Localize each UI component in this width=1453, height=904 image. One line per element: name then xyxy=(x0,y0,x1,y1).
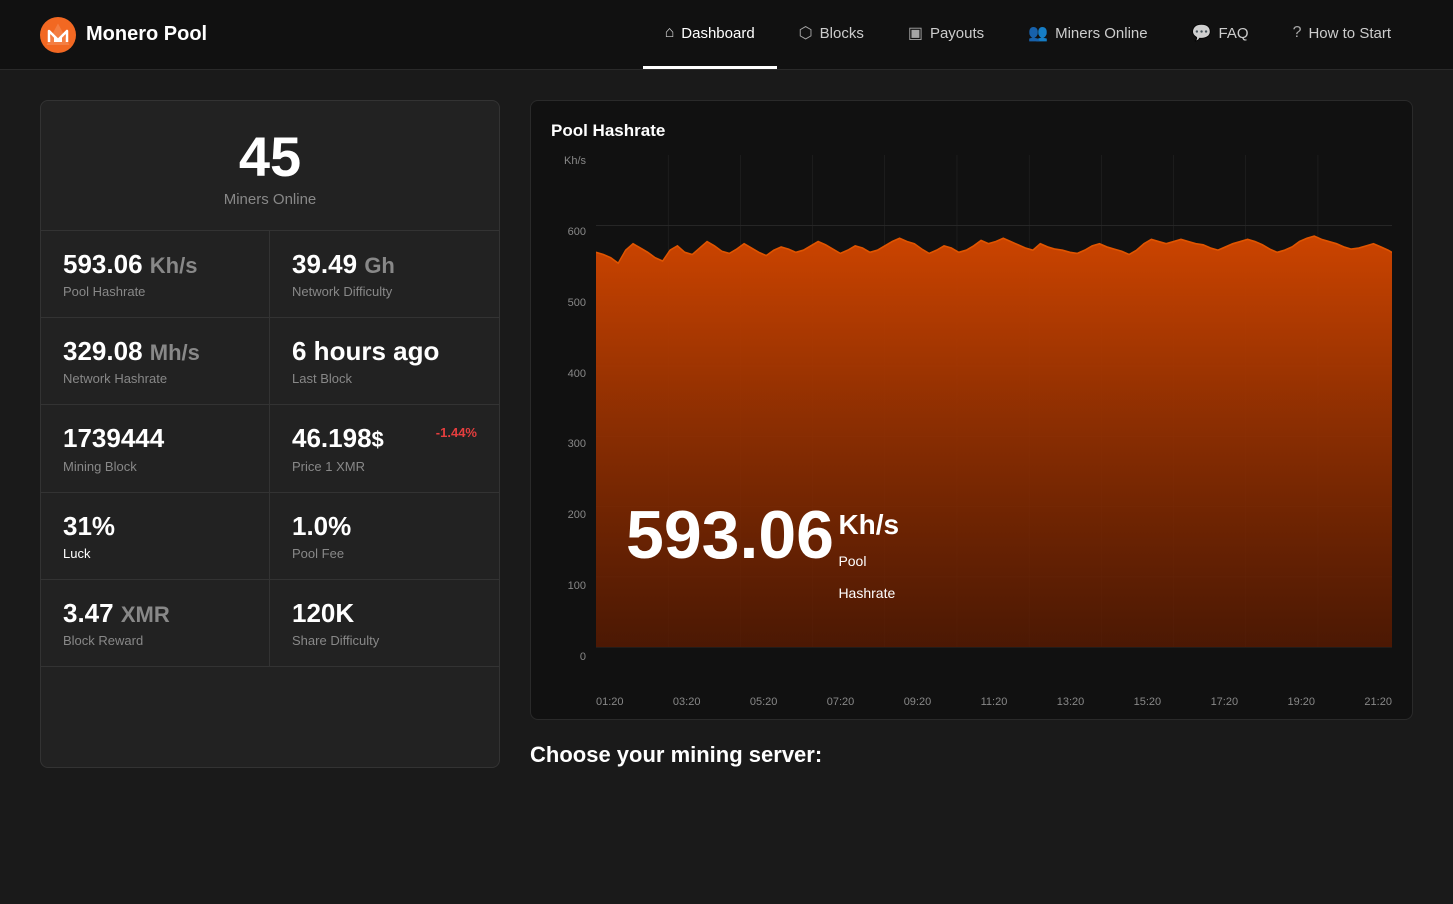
block-reward-value: 3.47 XMR xyxy=(63,598,247,629)
x-axis: 01:20 03:20 05:20 07:20 09:20 11:20 13:2… xyxy=(596,690,1392,708)
monero-logo-icon xyxy=(40,17,76,53)
network-difficulty-label: Network Difficulty xyxy=(292,284,477,299)
nav-item-payouts[interactable]: ▣ Payouts xyxy=(886,0,1006,69)
x-label-7: 15:20 xyxy=(1134,696,1162,708)
x-label-3: 07:20 xyxy=(827,696,855,708)
header: Monero Pool ⌂ Dashboard ⬡ Blocks ▣ Payou… xyxy=(0,0,1453,70)
y-label-300: 300 xyxy=(568,438,586,450)
share-difficulty-cell: 120K Share Difficulty xyxy=(270,580,499,667)
chart-area: Kh/s 600 500 400 300 200 100 0 xyxy=(551,155,1392,685)
nav-item-miners-online[interactable]: 👥 Miners Online xyxy=(1006,0,1169,69)
block-reward-label: Block Reward xyxy=(63,633,247,648)
miners-icon: 👥 xyxy=(1028,23,1048,43)
nav-item-faq[interactable]: 💬 FAQ xyxy=(1170,0,1271,69)
miners-online-block: 45 Miners Online xyxy=(41,101,499,231)
x-label-4: 09:20 xyxy=(904,696,932,708)
miners-online-label: Miners Online xyxy=(61,191,479,208)
miners-online-count: 45 xyxy=(61,129,479,185)
last-block-label: Last Block xyxy=(292,371,477,386)
mining-block-cell: 1739444 Mining Block xyxy=(41,405,270,492)
share-difficulty-label: Share Difficulty xyxy=(292,633,477,648)
nav-item-dashboard[interactable]: ⌂ Dashboard xyxy=(643,0,777,69)
network-difficulty-cell: 39.49 Gh Network Difficulty xyxy=(270,231,499,318)
right-panel: Pool Hashrate Kh/s 600 500 400 300 200 1… xyxy=(530,100,1413,768)
block-reward-cell: 3.47 XMR Block Reward xyxy=(41,580,270,667)
choose-server-label: Choose your mining server: xyxy=(530,742,1413,768)
network-difficulty-value: 39.49 Gh xyxy=(292,249,477,280)
x-label-9: 19:20 xyxy=(1287,696,1315,708)
x-label-6: 13:20 xyxy=(1057,696,1085,708)
mining-block-value: 1739444 xyxy=(63,423,247,454)
price-change: -1.44% xyxy=(436,425,477,440)
pool-hashrate-label: Pool Hashrate xyxy=(63,284,247,299)
last-block-value: 6 hours ago xyxy=(292,336,477,367)
faq-icon: 💬 xyxy=(1192,23,1212,43)
y-label-0: 0 xyxy=(580,651,586,663)
x-label-5: 11:20 xyxy=(981,696,1008,708)
network-hashrate-label: Network Hashrate xyxy=(63,371,247,386)
pool-hashrate-cell: 593.06 Kh/s Pool Hashrate xyxy=(41,231,270,318)
nav-item-blocks[interactable]: ⬡ Blocks xyxy=(777,0,886,69)
luck-label: Luck xyxy=(63,546,247,561)
y-label-200: 200 xyxy=(568,509,586,521)
x-label-2: 05:20 xyxy=(750,696,778,708)
pool-hashrate-value: 593.06 Kh/s xyxy=(63,249,247,280)
last-block-cell: 6 hours ago Last Block xyxy=(270,318,499,405)
pool-fee-value: 1.0% xyxy=(292,511,477,542)
y-label-100: 100 xyxy=(568,580,586,592)
x-label-8: 17:20 xyxy=(1211,696,1239,708)
stats-grid: 593.06 Kh/s Pool Hashrate 39.49 Gh Netwo… xyxy=(41,231,499,667)
network-hashrate-value: 329.08 Mh/s xyxy=(63,336,247,367)
luck-cell: 31% Luck xyxy=(41,493,270,580)
luck-value: 31% xyxy=(63,511,247,542)
x-label-1: 03:20 xyxy=(673,696,701,708)
x-label-10: 21:20 xyxy=(1364,696,1392,708)
price-label: Price 1 XMR xyxy=(292,459,477,474)
pool-fee-cell: 1.0% Pool Fee xyxy=(270,493,499,580)
x-label-0: 01:20 xyxy=(596,696,624,708)
logo-text: Monero Pool xyxy=(86,23,207,46)
mining-block-label: Mining Block xyxy=(63,459,247,474)
chart-container: Pool Hashrate Kh/s 600 500 400 300 200 1… xyxy=(530,100,1413,720)
y-label-600: 600 xyxy=(568,226,586,238)
howto-icon: ? xyxy=(1293,24,1302,42)
y-label-400: 400 xyxy=(568,368,586,380)
price-cell: -1.44% 46.198$ Price 1 XMR xyxy=(270,405,499,492)
y-axis: Kh/s 600 500 400 300 200 100 0 xyxy=(551,155,596,685)
nav-item-how-to-start[interactable]: ? How to Start xyxy=(1271,0,1413,69)
chart-inner: 593.06 Kh/s Pool Hashrate 01:20 03:20 0 xyxy=(596,155,1392,685)
nav: ⌂ Dashboard ⬡ Blocks ▣ Payouts 👥 Miners … xyxy=(643,0,1413,69)
stats-panel: 45 Miners Online 593.06 Kh/s Pool Hashra… xyxy=(40,100,500,768)
share-difficulty-value: 120K xyxy=(292,598,477,629)
main-content: 45 Miners Online 593.06 Kh/s Pool Hashra… xyxy=(0,70,1453,798)
y-axis-unit: Kh/s xyxy=(564,155,586,167)
logo-area: Monero Pool xyxy=(40,17,207,53)
network-hashrate-cell: 329.08 Mh/s Network Hashrate xyxy=(41,318,270,405)
payouts-icon: ▣ xyxy=(908,23,923,43)
chart-svg xyxy=(596,155,1392,685)
chart-title: Pool Hashrate xyxy=(551,121,1392,141)
blocks-icon: ⬡ xyxy=(799,23,813,43)
home-icon: ⌂ xyxy=(665,24,675,42)
y-label-500: 500 xyxy=(568,297,586,309)
pool-fee-label: Pool Fee xyxy=(292,546,477,561)
